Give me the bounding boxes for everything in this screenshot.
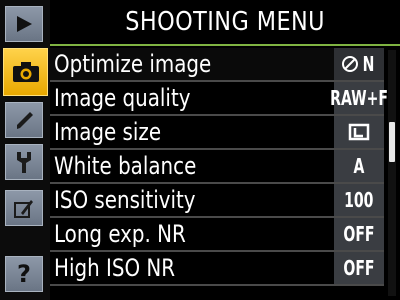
wrench-icon xyxy=(17,152,31,173)
play-icon xyxy=(17,16,32,32)
menu-item-value xyxy=(334,116,384,148)
page-title: SHOOTING MENU xyxy=(125,7,325,37)
camera-icon xyxy=(12,62,39,82)
menu-item-image-size[interactable]: Image size xyxy=(50,116,384,150)
header-divider xyxy=(50,44,400,46)
menu-item-label: Image size xyxy=(54,118,162,146)
menu-item-value: A xyxy=(334,150,384,182)
menu-item-value: N xyxy=(334,48,384,80)
pencil-icon xyxy=(17,112,33,129)
retouch-brush-icon xyxy=(14,200,33,218)
camera-menu-screen: ? SHOOTING MENU Optimize image N Image q… xyxy=(0,0,400,300)
shooting-tab[interactable] xyxy=(3,48,48,96)
image-size-large-icon xyxy=(348,123,370,141)
menu-item-label: Optimize image xyxy=(54,50,212,78)
menu-item-value: 100 xyxy=(334,184,384,216)
menu-item-value: OFF xyxy=(334,218,384,250)
menu-list: Optimize image N Image quality RAW+F Ima… xyxy=(50,48,388,286)
menu-item-label: High ISO NR xyxy=(54,254,176,282)
menu-item-value: RAW+F xyxy=(330,82,388,114)
menu-item-label: ISO sensitivity xyxy=(54,186,196,214)
playback-tab[interactable] xyxy=(5,6,43,42)
optimize-image-icon xyxy=(342,56,359,72)
help-button[interactable]: ? xyxy=(5,256,43,292)
help-icon: ? xyxy=(17,260,31,288)
custom-settings-tab[interactable] xyxy=(5,102,43,138)
retouch-tab[interactable] xyxy=(5,190,43,226)
menu-item-label: Image quality xyxy=(54,84,191,112)
menu-item-iso-sensitivity[interactable]: ISO sensitivity 100 xyxy=(50,184,384,218)
menu-item-label: White balance xyxy=(54,152,197,180)
scrollbar-thumb[interactable] xyxy=(389,122,395,162)
menu-item-value: OFF xyxy=(334,252,384,284)
menu-header: SHOOTING MENU xyxy=(50,0,400,44)
menu-item-high-iso-nr[interactable]: High ISO NR OFF xyxy=(50,252,384,286)
menu-item-long-exp-nr[interactable]: Long exp. NR OFF xyxy=(50,218,384,252)
menu-tabs: ? xyxy=(0,0,50,300)
setup-tab[interactable] xyxy=(5,144,43,180)
menu-item-image-quality[interactable]: Image quality RAW+F xyxy=(50,82,388,116)
menu-item-white-balance[interactable]: White balance A xyxy=(50,150,384,184)
menu-item-label: Long exp. NR xyxy=(54,220,186,248)
menu-item-optimize-image[interactable]: Optimize image N xyxy=(50,48,384,82)
menu-scrollbar[interactable] xyxy=(388,50,396,296)
